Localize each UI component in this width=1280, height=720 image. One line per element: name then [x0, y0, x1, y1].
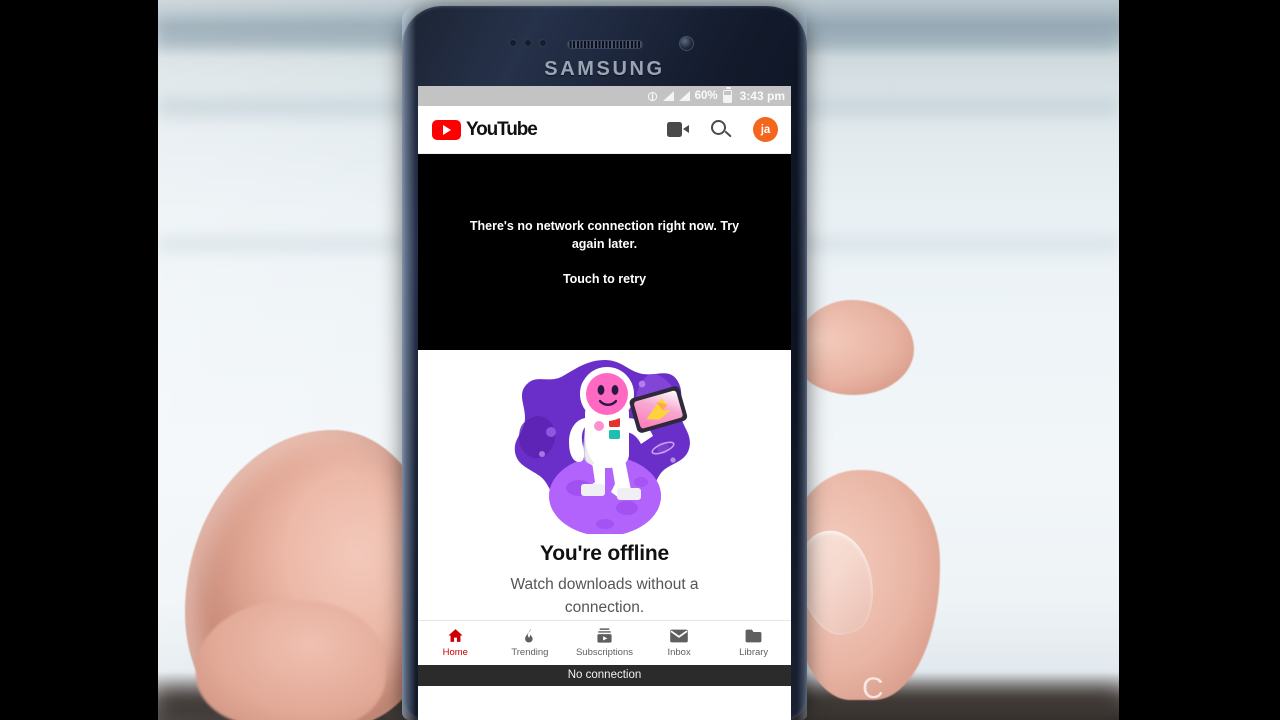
earpiece-speaker-icon [566, 40, 643, 49]
offline-content: You're offline Watch downloads without a… [418, 350, 791, 620]
nav-label-home: Home [442, 647, 468, 659]
video-error-panel[interactable]: There's no network connection right now.… [418, 154, 791, 350]
search-icon[interactable] [711, 119, 732, 140]
avatar[interactable]: ja [753, 117, 778, 142]
nav-item-trending[interactable]: Trending [493, 627, 568, 658]
signal-bars-icon [662, 91, 674, 101]
proximity-sensor-icon [524, 39, 532, 47]
phone-edge-right [797, 6, 807, 720]
folder-icon [744, 627, 763, 644]
youtube-app-bar: YouTube ja [418, 106, 791, 154]
nav-item-library[interactable]: Library [716, 627, 791, 658]
proximity-sensor-icon [539, 39, 547, 47]
nav-label-inbox: Inbox [667, 647, 691, 659]
home-icon [446, 627, 465, 644]
right-finger-upper [794, 300, 914, 395]
status-bar-clock: 3:43 pm [739, 89, 785, 103]
phone-screen: 60% 3:43 pm YouTube ja There's no networ… [418, 86, 791, 720]
screenshot-stage: SAMSUNG 60% 3:43 pm YouTube ja There's n… [0, 0, 1280, 720]
nav-item-inbox[interactable]: Inbox [642, 627, 717, 658]
flame-icon [522, 627, 537, 644]
offline-title: You're offline [540, 542, 669, 565]
no-connection-snackbar: No connection [418, 664, 791, 686]
samsung-phone: SAMSUNG 60% 3:43 pm YouTube ja There's n… [402, 6, 807, 720]
nav-label-library: Library [739, 647, 769, 659]
status-bar: 60% 3:43 pm [418, 86, 791, 106]
youtube-play-logo-icon [432, 119, 461, 140]
left-hand-knuckle [196, 600, 386, 720]
nav-label-subscriptions: Subscriptions [575, 647, 633, 659]
youtube-logo[interactable]: YouTube [432, 118, 538, 141]
youtube-wordmark: YouTube [466, 118, 538, 140]
letterbox-right [1119, 0, 1280, 720]
offline-subtitle: Watch downloads without a connection. [510, 576, 699, 616]
phone-edge-left [402, 6, 416, 720]
touch-to-retry-button[interactable]: Touch to retry [563, 272, 646, 286]
subscriptions-icon [595, 627, 614, 644]
nav-item-home[interactable]: Home [418, 627, 493, 658]
nav-item-subscriptions[interactable]: Subscriptions [567, 627, 642, 658]
watermark-glyph: C [862, 672, 884, 705]
network-error-message: There's no network connection right now.… [469, 219, 740, 251]
battery-icon [722, 87, 732, 103]
front-camera-icon [679, 36, 694, 51]
video-camera-icon[interactable] [667, 122, 689, 137]
signal-bars-icon [678, 91, 690, 101]
bottom-navigation: Home Trending Subscriptions Inbox Librar… [418, 619, 791, 665]
astronaut-on-moon-illustration [514, 360, 690, 534]
nav-label-trending: Trending [511, 647, 549, 659]
app-bar-actions: ja [667, 117, 778, 142]
battery-percentage: 60% [694, 90, 718, 102]
proximity-sensor-icon [509, 39, 517, 47]
letterbox-left [0, 0, 158, 720]
envelope-icon [669, 627, 689, 644]
sync-rotate-icon [647, 91, 658, 102]
samsung-brand-logo: SAMSUNG [544, 58, 665, 80]
